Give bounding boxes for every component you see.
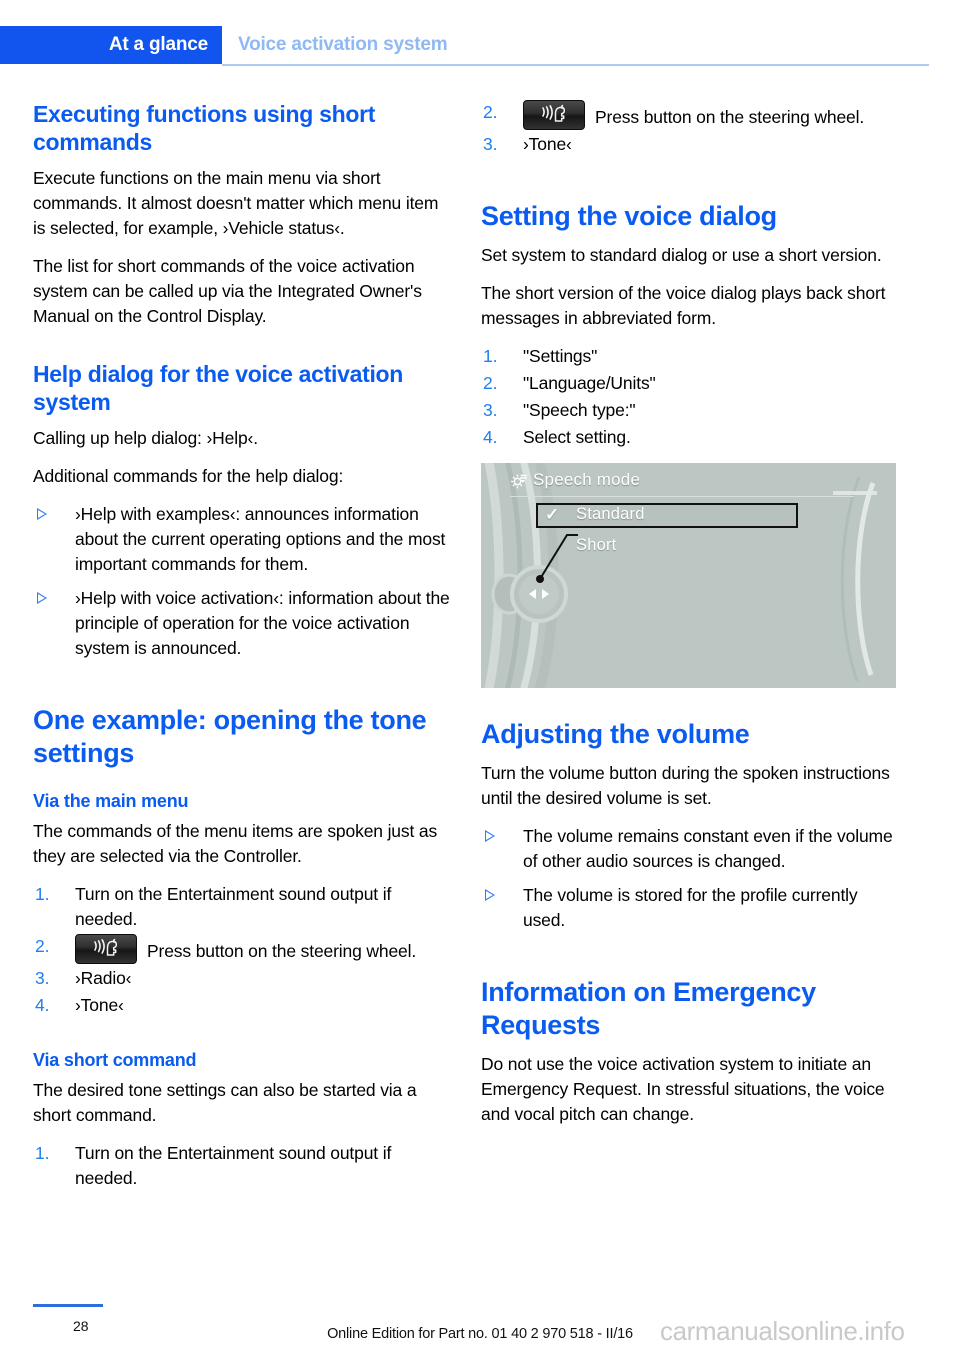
step-number: 2. (483, 373, 498, 393)
continued-step-list: 2. Press button on the steering wheel. 3… (481, 100, 901, 157)
header-divider (222, 64, 929, 66)
check-icon: ✓ (545, 505, 560, 524)
subheading-via-main-menu: Via the main menu (33, 791, 189, 811)
list-item: 3. "Speech type:" (481, 398, 901, 423)
list-item-text: The volume is stored for the profile cur… (523, 885, 858, 930)
step-number: 3. (483, 134, 498, 154)
voice-button-icon (523, 100, 585, 130)
heading-emergency-requests: Information on Emergency Requests (481, 977, 816, 1040)
step-number: 3. (483, 400, 498, 420)
list-item-text: Press button on the steering wheel. (147, 941, 417, 961)
short-command-step-list: 1. Turn on the Entertainment sound outpu… (33, 1141, 453, 1191)
gear-icon (509, 472, 528, 496)
list-item: 1. Turn on the Entertainment sound outpu… (33, 882, 453, 932)
heading-adjusting-volume: Adjusting the volume (481, 719, 750, 749)
help-dialog-bullet-list: ›Help with examples‹: announces informat… (33, 502, 453, 661)
step-number: 2. (483, 102, 498, 122)
watermark: carmanualsonline.info (660, 1316, 905, 1346)
volume-bullet-list: The volume remains constant even if the … (481, 824, 901, 933)
list-item: 4. ›Tone‹ (33, 993, 453, 1018)
header-section-title: Voice activation system (238, 34, 448, 55)
list-item-text: Press button on the steering wheel. (595, 107, 865, 127)
paragraph-standard-or-short: Set system to standard dialog or use a s… (481, 245, 882, 265)
triangle-bullet-icon (37, 592, 47, 604)
voice-dialog-step-list: 1. "Settings" 2. "Language/Units" 3. "Sp… (481, 344, 901, 450)
step-number: 4. (35, 995, 50, 1015)
header-chapter-label: At a glance (108, 34, 208, 55)
paragraph-tone-short-command: The desired tone settings can also be st… (33, 1080, 417, 1125)
triangle-bullet-icon (485, 889, 495, 901)
list-item: 3. ›Radio‹ (33, 966, 453, 991)
heading-executing-functions: Executing functions using short commands (33, 101, 376, 155)
list-item-text: ›Radio‹ (75, 968, 132, 988)
main-menu-step-list: 1. Turn on the Entertainment sound outpu… (33, 882, 453, 1018)
right-column: 2. Press button on the steering wheel. 3… (481, 100, 901, 1127)
list-item-text: ›Tone‹ (523, 134, 572, 154)
heading-help-dialog: Help dialog for the voice activation sys… (33, 361, 404, 415)
list-item: 2. Press button on the steering wheel. (33, 934, 453, 964)
speech-mode-option-standard[interactable]: Standard (576, 505, 645, 524)
list-item: 2. "Language/Units" (481, 371, 901, 396)
list-item-text: ›Help with examples‹: announces informat… (75, 504, 446, 574)
header-chapter-tab: At a glance (0, 26, 222, 64)
paragraph-additional-commands: Additional commands for the help dialog: (33, 466, 344, 486)
list-item-text: "Settings" (523, 346, 598, 366)
heading-one-example-tone-settings: One example: opening the tone settings (33, 705, 427, 768)
triangle-bullet-icon (485, 830, 495, 842)
step-number: 3. (35, 968, 50, 988)
list-item: 1. Turn on the Entertainment sound outpu… (33, 1141, 453, 1191)
step-number: 4. (483, 427, 498, 447)
voice-button-icon (75, 934, 137, 964)
list-item-text: ›Tone‹ (75, 995, 124, 1015)
heading-setting-voice-dialog: Setting the voice dialog (481, 201, 777, 231)
step-number: 1. (483, 346, 498, 366)
paragraph-commands-spoken: The commands of the menu items are spoke… (33, 821, 438, 866)
triangle-bullet-icon (37, 508, 47, 520)
paragraph-turn-volume-button: Turn the volume button during the spoken… (481, 763, 890, 808)
list-item: 1. "Settings" (481, 344, 901, 369)
paragraph-emergency-warning: Do not use the voice activation system t… (481, 1054, 885, 1124)
list-item-text: "Language/Units" (523, 373, 656, 393)
list-item-text: Turn on the Entertainment sound output i… (75, 1143, 392, 1188)
list-item: The volume is stored for the profile cur… (481, 883, 901, 933)
footer-divider (33, 1304, 103, 1307)
left-column: Executing functions using short commands… (33, 100, 453, 1204)
paragraph-execute-functions: Execute functions on the main menu via s… (33, 168, 439, 238)
speech-mode-figure: Speech mode ✓ Standard Short (481, 463, 896, 688)
list-item: 2. Press button on the steering wheel. (481, 100, 901, 130)
paragraph-short-version-desc: The short version of the voice dialog pl… (481, 283, 886, 328)
list-item: ›Help with examples‹: announces informat… (33, 502, 453, 577)
list-item: The volume remains constant even if the … (481, 824, 901, 874)
paragraph-short-command-list: The list for short commands of the voice… (33, 256, 422, 326)
speech-mode-title: Speech mode (533, 470, 641, 489)
list-item-text: "Speech type:" (523, 400, 636, 420)
step-number: 1. (35, 1143, 50, 1163)
step-number: 2. (35, 936, 50, 956)
list-item-text: The volume remains constant even if the … (523, 826, 893, 871)
list-item-text: ›Help with voice activation‹: informatio… (75, 588, 450, 658)
list-item: ›Help with voice activation‹: informatio… (33, 586, 453, 661)
list-item-text: Select setting. (523, 427, 631, 447)
list-item: 4. Select setting. (481, 425, 901, 450)
list-item: 3. ›Tone‹ (481, 132, 901, 157)
speech-mode-divider (510, 496, 854, 497)
list-item-text: Turn on the Entertainment sound output i… (75, 884, 392, 929)
step-number: 1. (35, 884, 50, 904)
paragraph-calling-help: Calling up help dialog: ›Help‹. (33, 428, 258, 448)
speech-mode-option-short[interactable]: Short (576, 536, 616, 555)
page-header: At a glance Voice activation system (0, 26, 960, 66)
subheading-via-short-command: Via short command (33, 1050, 197, 1070)
